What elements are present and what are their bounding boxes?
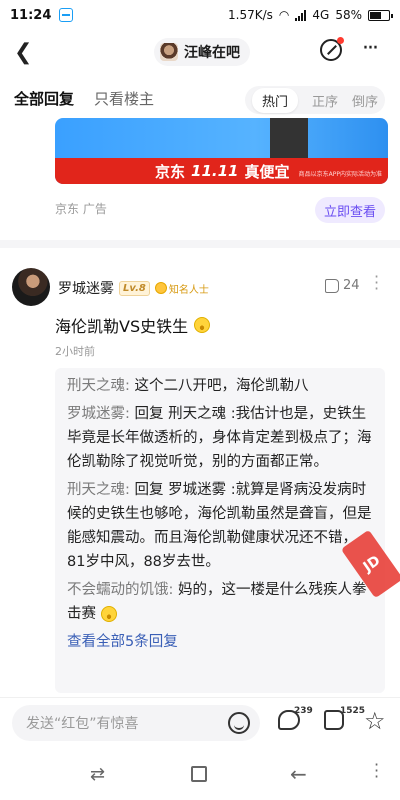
level-badge: Lv.8 — [119, 280, 150, 296]
home-icon[interactable] — [191, 766, 207, 782]
section-divider — [0, 240, 400, 248]
reply-tabs: 全部回复 只看楼主 热门 正序 倒序 — [0, 82, 400, 118]
reply-author[interactable]: 罗城迷雾: — [67, 406, 130, 422]
like-button[interactable]: 1525 — [324, 706, 365, 730]
post-more-icon[interactable]: · · · — [374, 269, 379, 297]
medal-icon — [154, 282, 167, 294]
reply-to: 回复 罗城迷雾 — [129, 482, 227, 498]
view-all-replies-link[interactable]: 查看全部5条回复 — [67, 630, 375, 654]
emoji-icon[interactable] — [228, 712, 250, 734]
author-name[interactable]: 罗城迷雾 — [58, 278, 114, 298]
author-row: 罗城迷雾 Lv.8 知名人士 — [58, 278, 209, 298]
smile-emoji-icon — [100, 606, 117, 622]
more-nav-icon[interactable]: · · · — [374, 757, 379, 785]
comment-button[interactable]: 239 — [278, 706, 313, 730]
reply-to: 回复 刑天之魂 — [129, 406, 227, 422]
sort-switch: 热门 正序 倒序 — [245, 86, 385, 114]
favorite-button[interactable]: ☆ — [364, 707, 386, 735]
tab-all-replies[interactable]: 全部回复 — [14, 88, 74, 109]
reply-author[interactable]: 不会蠕动的饥饿: — [67, 582, 173, 598]
ad-brand: 京东 — [155, 162, 186, 181]
reply-author[interactable]: 刑天之魂: — [67, 482, 130, 498]
reply-text: 这个二八开吧，海伦凯勒八 — [129, 378, 309, 394]
title-badge: 知名人士 — [154, 281, 209, 296]
bottom-bar: 发送“红包”有惊喜 239 1525 ☆ — [0, 697, 400, 747]
ad-view-button[interactable]: 立即查看 — [315, 197, 385, 223]
sort-asc[interactable]: 正序 — [312, 91, 338, 110]
menu-icon[interactable]: ⇄ — [90, 764, 105, 785]
sort-hot[interactable]: 热门 — [251, 87, 298, 113]
post-like-count: 24 — [343, 278, 360, 293]
forum-title: 汪峰在吧 — [184, 45, 240, 61]
forum-title-pill[interactable]: 汪峰在吧 — [154, 38, 250, 66]
scan-icon — [59, 8, 74, 22]
notification-dot — [337, 37, 344, 44]
battery-icon — [368, 9, 393, 21]
sub-reply[interactable]: 刑天之魂: 这个二八开吧，海伦凯勒八 — [67, 374, 375, 398]
sub-replies: 刑天之魂: 这个二八开吧，海伦凯勒八 罗城迷雾: 回复 刑天之魂 :我估计也是，… — [55, 368, 385, 693]
back-nav-icon[interactable]: ← — [290, 762, 307, 786]
like-count: 1525 — [340, 706, 366, 716]
ad-source: 京东 广告 — [55, 202, 107, 216]
sub-reply[interactable]: 不会蠕动的饥饿: 妈的，这一楼是什么残疾人拳击赛 — [67, 578, 375, 626]
post-text: 海伦凯勒VS史铁生 — [55, 317, 189, 336]
ad-fine-print: 商品以京东APP内实际活动为准 — [298, 171, 382, 178]
compose-icon[interactable] — [320, 37, 344, 61]
sub-reply[interactable]: 罗城迷雾: 回复 刑天之魂 :我估计也是，史铁生毕竟是长年做透析的，身体肯定差到… — [67, 402, 375, 474]
wifi-icon: ◠ — [278, 8, 290, 22]
post-body: 海伦凯勒VS史铁生 — [55, 313, 211, 337]
smile-emoji-icon — [194, 317, 211, 333]
star-icon: ☆ — [364, 707, 386, 735]
network-speed: 1.57K/s — [228, 8, 273, 22]
title-badge-label: 知名人士 — [168, 284, 209, 296]
thumbs-up-icon — [325, 278, 339, 293]
forum-avatar — [160, 43, 178, 61]
tab-host-only[interactable]: 只看楼主 — [94, 88, 154, 109]
battery-percent: 58% — [335, 8, 362, 22]
ad-event: 11.11 — [191, 162, 239, 180]
comment-count: 239 — [294, 706, 313, 716]
top-nav: ❮ 汪峰在吧 ··· — [0, 30, 400, 74]
reply-author[interactable]: 刑天之魂: — [67, 378, 130, 394]
post-like-button[interactable]: 24 — [325, 278, 360, 293]
system-nav-bar: ⇄ ← · · · — [0, 750, 400, 800]
more-icon[interactable]: ··· — [362, 36, 379, 61]
ad-slogan: 真便宜 — [244, 162, 290, 181]
clock: 11:24 — [10, 7, 52, 23]
status-bar: 11:24 1.57K/s ◠ 4G 58% — [0, 0, 400, 30]
ad-product-image — [270, 118, 308, 158]
network-type: 4G — [312, 8, 330, 22]
signal-icon — [295, 9, 307, 21]
reply-placeholder: 发送“红包”有惊喜 — [26, 716, 139, 732]
ad-banner[interactable]: 京东 11.11 真便宜 商品以京东APP内实际活动为准 — [55, 118, 388, 184]
sub-reply[interactable]: 刑天之魂: 回复 罗城迷雾 :就算是肾病没发病时候的史铁生也够呛，海伦凯勒虽然是… — [67, 478, 375, 574]
sort-desc[interactable]: 倒序 — [352, 91, 378, 110]
back-icon[interactable]: ❮ — [14, 40, 32, 65]
author-avatar[interactable] — [12, 268, 50, 306]
ad-strip: 京东 11.11 真便宜 商品以京东APP内实际活动为准 — [55, 158, 388, 184]
reply-input[interactable]: 发送“红包”有惊喜 — [12, 705, 260, 741]
post-time: 2小时前 — [55, 345, 95, 358]
